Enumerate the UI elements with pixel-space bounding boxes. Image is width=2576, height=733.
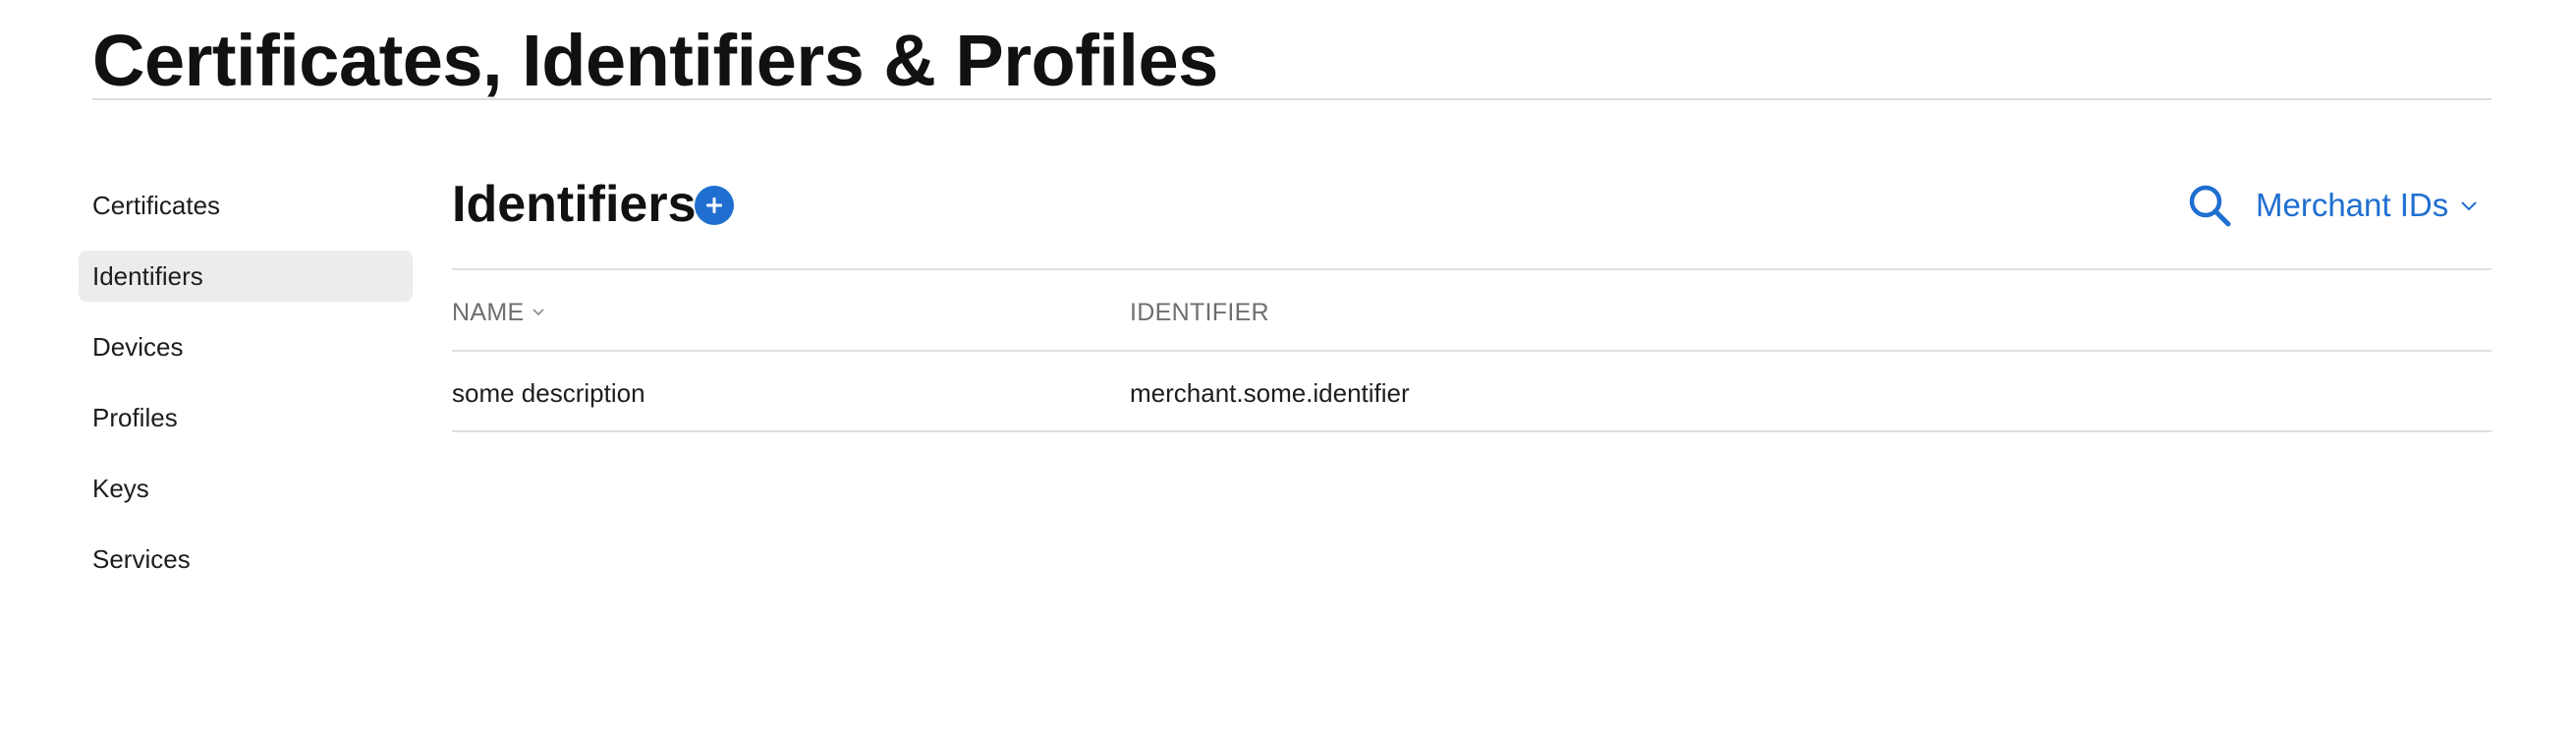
title-divider <box>92 98 2492 100</box>
sidebar-item-keys[interactable]: Keys <box>79 463 413 514</box>
magnifier-icon <box>2189 185 2231 227</box>
sidebar-item-certificates[interactable]: Certificates <box>79 180 413 231</box>
table-row-divider <box>452 430 2492 432</box>
row-name[interactable]: some description <box>452 373 645 413</box>
identifier-type-filter[interactable]: Merchant IDs <box>2256 181 2478 230</box>
sidebar-item-services[interactable]: Services <box>79 534 413 585</box>
chevron-down-icon <box>2460 199 2478 211</box>
page-title: Certificates, Identifiers & Profiles <box>92 20 1218 101</box>
column-header-name-label: NAME <box>452 298 525 326</box>
sidebar-item-identifiers[interactable]: Identifiers <box>79 251 413 302</box>
column-header-name[interactable]: NAME <box>452 293 545 332</box>
table-header-divider <box>452 350 2492 352</box>
table-top-divider <box>452 268 2492 270</box>
filter-selected-label: Merchant IDs <box>2256 187 2449 223</box>
add-identifier-button[interactable] <box>695 186 734 225</box>
sort-chevron-down-icon <box>532 308 545 317</box>
search-button[interactable] <box>2187 183 2232 228</box>
plus-circle-icon <box>706 197 722 213</box>
sidebar-nav: Certificates Identifiers Devices Profile… <box>79 180 413 604</box>
row-identifier[interactable]: merchant.some.identifier <box>1130 373 1410 413</box>
column-header-identifier: IDENTIFIER <box>1130 298 1269 326</box>
sidebar-item-devices[interactable]: Devices <box>79 321 413 372</box>
sidebar-item-profiles[interactable]: Profiles <box>79 392 413 443</box>
section-title: Identifiers <box>452 176 697 233</box>
